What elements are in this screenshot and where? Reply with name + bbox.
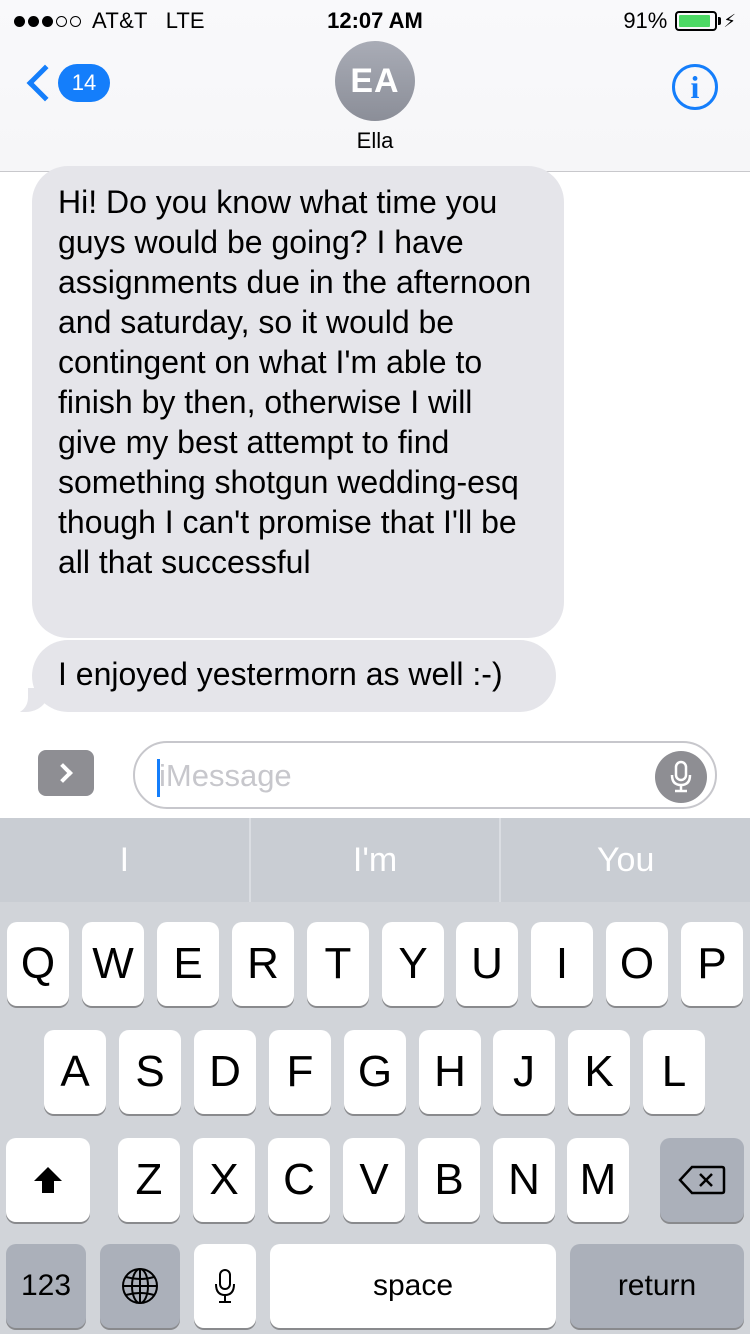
unread-count-badge: 14: [58, 64, 110, 102]
predictive-bar: I I'm You: [0, 818, 750, 902]
chevron-left-icon: [26, 64, 64, 102]
microphone-icon: [215, 1269, 235, 1303]
conversation-header: AT&T LTE 12:07 AM 91% ⚡ 14 EA Ella i: [0, 0, 750, 172]
suggestion-1[interactable]: I: [0, 818, 251, 902]
contact-name[interactable]: Ella: [0, 128, 750, 154]
incoming-message-bubble[interactable]: I enjoyed yestermorn as well :-): [32, 640, 556, 712]
key-a[interactable]: A: [44, 1030, 106, 1114]
key-v[interactable]: V: [343, 1138, 405, 1222]
key-l[interactable]: L: [643, 1030, 705, 1114]
battery-percent: 91%: [623, 8, 668, 33]
message-input-placeholder: iMessage: [159, 758, 292, 793]
backspace-icon: [678, 1165, 726, 1195]
key-i[interactable]: I: [531, 922, 593, 1006]
app-drawer-button[interactable]: [38, 750, 94, 796]
back-button[interactable]: 14: [22, 64, 110, 102]
globe-icon: [122, 1268, 158, 1304]
key-r[interactable]: R: [232, 922, 294, 1006]
space-key[interactable]: space: [270, 1244, 556, 1328]
microphone-icon: [670, 760, 692, 793]
suggestion-3[interactable]: You: [501, 818, 750, 902]
numbers-key[interactable]: 123: [6, 1244, 86, 1328]
key-h[interactable]: H: [419, 1030, 481, 1114]
globe-key[interactable]: [100, 1244, 180, 1328]
key-y[interactable]: Y: [382, 922, 444, 1006]
key-x[interactable]: X: [193, 1138, 255, 1222]
key-w[interactable]: W: [82, 922, 144, 1006]
incoming-message-bubble[interactable]: Hi! Do you know what time you guys would…: [32, 166, 564, 638]
key-g[interactable]: G: [344, 1030, 406, 1114]
key-u[interactable]: U: [456, 922, 518, 1006]
keyboard-dictation-key[interactable]: [194, 1244, 256, 1328]
key-p[interactable]: P: [681, 922, 743, 1006]
key-z[interactable]: Z: [118, 1138, 180, 1222]
keyboard: I I'm You QWERTYUIOPASDFGHJKLZXCVBNM 123: [0, 818, 750, 1334]
battery-icon: [675, 11, 718, 31]
battery-indicator: 91% ⚡: [623, 8, 736, 34]
chevron-right-icon: [53, 763, 73, 783]
key-t[interactable]: T: [307, 922, 369, 1006]
key-j[interactable]: J: [493, 1030, 555, 1114]
message-input[interactable]: iMessage: [133, 741, 717, 809]
charging-bolt-icon: ⚡: [723, 10, 736, 31]
key-n[interactable]: N: [493, 1138, 555, 1222]
shift-key[interactable]: [6, 1138, 90, 1222]
key-d[interactable]: D: [194, 1030, 256, 1114]
return-key[interactable]: return: [570, 1244, 744, 1328]
key-m[interactable]: M: [567, 1138, 629, 1222]
info-icon[interactable]: i: [672, 64, 718, 110]
key-e[interactable]: E: [157, 922, 219, 1006]
delete-key[interactable]: [660, 1138, 744, 1222]
key-b[interactable]: B: [418, 1138, 480, 1222]
key-c[interactable]: C: [268, 1138, 330, 1222]
key-q[interactable]: Q: [7, 922, 69, 1006]
key-o[interactable]: O: [606, 922, 668, 1006]
dictation-button[interactable]: [655, 751, 707, 803]
status-bar: AT&T LTE 12:07 AM 91% ⚡: [0, 0, 750, 40]
suggestion-2[interactable]: I'm: [251, 818, 502, 902]
contact-avatar[interactable]: EA: [335, 41, 415, 121]
key-s[interactable]: S: [119, 1030, 181, 1114]
shift-arrow-icon: [34, 1167, 62, 1193]
key-k[interactable]: K: [568, 1030, 630, 1114]
key-f[interactable]: F: [269, 1030, 331, 1114]
